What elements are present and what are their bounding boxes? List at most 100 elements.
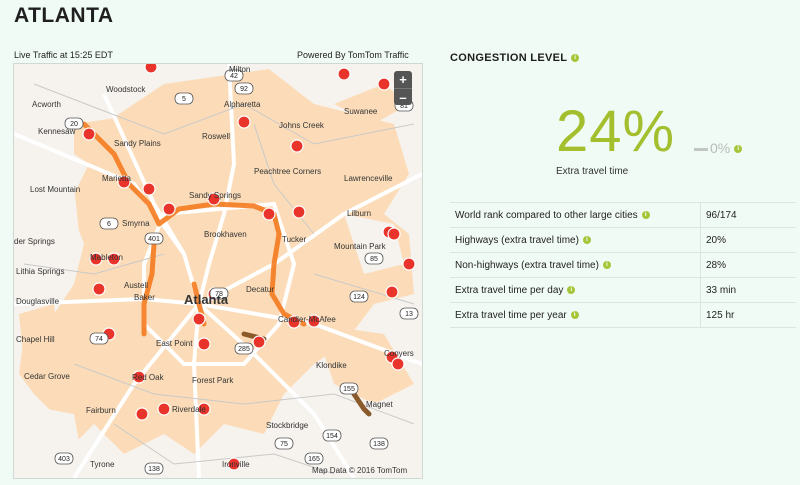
incident-icon[interactable] bbox=[192, 312, 206, 326]
route-shield: 13 bbox=[399, 307, 419, 320]
incident-icon[interactable] bbox=[157, 402, 171, 416]
route-shield: 124 bbox=[349, 290, 369, 303]
map-place-label: Stockbridge bbox=[266, 421, 309, 430]
powered-by-label: Powered By TomTom Traffic bbox=[297, 50, 409, 60]
map-place-label: der Springs bbox=[14, 237, 55, 246]
map-place-label: Klondike bbox=[316, 361, 347, 370]
info-icon[interactable]: i bbox=[602, 260, 611, 269]
map-place-label: Lilburn bbox=[347, 209, 371, 218]
stats-row: Highways (extra travel time) i 20% bbox=[450, 227, 796, 253]
route-shield-number: 124 bbox=[353, 294, 365, 301]
route-shield-number: 155 bbox=[343, 386, 355, 393]
route-shield: 6 bbox=[99, 217, 119, 230]
route-shield-number: 85 bbox=[370, 256, 378, 263]
map-place-label: Cedar Grove bbox=[24, 372, 70, 381]
route-shield: 155 bbox=[339, 382, 359, 395]
info-icon[interactable]: i bbox=[734, 145, 743, 154]
map-place-label: Candler-McAfee bbox=[278, 315, 336, 324]
extra-travel-label: Extra travel time bbox=[556, 166, 629, 177]
map-place-label: Kennesaw bbox=[38, 127, 76, 136]
incident-icon[interactable] bbox=[385, 285, 399, 299]
map-place-label: East Point bbox=[156, 339, 193, 348]
stats-label-cell: Non-highways (extra travel time) i bbox=[450, 252, 701, 278]
map-place-label: Lithia Springs bbox=[16, 267, 64, 276]
incident-icon[interactable] bbox=[92, 282, 106, 296]
map-place-label: Sandy Springs bbox=[189, 191, 241, 200]
stats-row: Extra travel time per year i 125 hr bbox=[450, 302, 796, 328]
congestion-delta-value: 0% bbox=[710, 140, 731, 156]
info-icon[interactable]: i bbox=[641, 210, 650, 219]
stats-label-cell: Highways (extra travel time) i bbox=[450, 227, 701, 253]
route-shield-number: 154 bbox=[326, 433, 338, 440]
route-shield: 75 bbox=[274, 437, 294, 450]
map-place-label: Brookhaven bbox=[204, 230, 247, 239]
traffic-map[interactable]: 92 20 5 401 285 85 75 78 124 138 155 154 165 403 138 81… bbox=[13, 63, 423, 479]
incident-icon[interactable] bbox=[337, 67, 351, 81]
stats-label: Non-highways (extra travel time) bbox=[455, 259, 599, 271]
incident-icon[interactable] bbox=[402, 257, 416, 271]
map-place-label: Fairburn bbox=[86, 406, 116, 415]
map-place-label: Milton bbox=[229, 65, 250, 74]
stats-value: 28% bbox=[700, 252, 796, 278]
incident-icon[interactable] bbox=[262, 207, 276, 221]
incident-icon[interactable] bbox=[144, 64, 158, 74]
stats-value: 20% bbox=[700, 227, 796, 253]
map-place-label: Lost Mountain bbox=[30, 185, 80, 194]
route-shield: 285 bbox=[234, 342, 254, 355]
route-shield: 92 bbox=[234, 82, 254, 95]
map-place-label: Woodstock bbox=[106, 85, 146, 94]
incident-icon[interactable] bbox=[142, 182, 156, 196]
route-shield-number: 42 bbox=[230, 73, 238, 80]
incident-icon[interactable] bbox=[292, 205, 306, 219]
incident-icon[interactable] bbox=[82, 127, 96, 141]
route-shield-number: 13 bbox=[405, 311, 413, 318]
map-place-label: Roswell bbox=[202, 132, 230, 141]
map-place-label: Atlanta bbox=[184, 292, 229, 307]
incident-icon[interactable] bbox=[237, 115, 251, 129]
map-place-label: Sandy Plains bbox=[114, 139, 161, 148]
incident-icon[interactable] bbox=[135, 407, 149, 421]
incident-icon[interactable] bbox=[162, 202, 176, 216]
stats-label-cell: Extra travel time per year i bbox=[450, 302, 701, 328]
map-place-label: Marietta bbox=[102, 174, 131, 183]
map-place-label: Tyrone bbox=[90, 460, 115, 469]
info-icon[interactable]: i bbox=[571, 54, 580, 63]
incident-icon[interactable] bbox=[387, 227, 401, 241]
info-icon[interactable]: i bbox=[582, 235, 591, 244]
route-shield: 401 bbox=[144, 232, 164, 245]
live-traffic-label: Live Traffic at 15:25 EDT bbox=[14, 50, 113, 60]
info-icon[interactable]: i bbox=[567, 285, 576, 294]
route-shield-number: 75 bbox=[280, 441, 288, 448]
incident-icon[interactable] bbox=[290, 139, 304, 153]
map-place-label: Decatur bbox=[246, 285, 274, 294]
stats-label-cell: World rank compared to other large citie… bbox=[450, 202, 701, 228]
incident-icon[interactable] bbox=[377, 77, 391, 91]
route-shield: 154 bbox=[322, 429, 342, 442]
map-place-label: Chapel Hill bbox=[16, 335, 55, 344]
incident-icon[interactable] bbox=[197, 337, 211, 351]
route-shield: 165 bbox=[304, 452, 324, 465]
map-place-label: Ironville bbox=[222, 460, 250, 469]
stats-row: Non-highways (extra travel time) i 28% bbox=[450, 252, 796, 278]
route-shield-number: 74 bbox=[95, 336, 103, 343]
congestion-delta: 0% i bbox=[694, 140, 743, 156]
route-shield: 74 bbox=[89, 332, 109, 345]
stats-table: World rank compared to other large citie… bbox=[450, 202, 796, 328]
congestion-percent: 24% bbox=[556, 99, 676, 164]
map-place-label: Johns Creek bbox=[279, 121, 325, 130]
map-place-label: Lawrenceville bbox=[344, 174, 393, 183]
zoom-in-icon[interactable]: + bbox=[394, 71, 412, 89]
route-shield-number: 165 bbox=[308, 456, 320, 463]
map-canvas[interactable]: 92205401285857578 12413815515416540313881… bbox=[14, 64, 422, 478]
zoom-out-icon[interactable]: – bbox=[394, 89, 412, 106]
route-shield-number: 403 bbox=[58, 456, 70, 463]
map-place-label: Conyers bbox=[384, 349, 414, 358]
incident-icon[interactable] bbox=[252, 335, 266, 349]
incident-icon[interactable] bbox=[391, 357, 405, 371]
info-icon[interactable]: i bbox=[570, 310, 579, 319]
stats-value: 96/174 bbox=[700, 202, 796, 228]
route-shield-number: 138 bbox=[148, 466, 160, 473]
zoom-control[interactable]: + – bbox=[394, 71, 412, 105]
stats-label: Extra travel time per day bbox=[455, 284, 564, 296]
map-place-label: Mableton bbox=[90, 253, 123, 262]
